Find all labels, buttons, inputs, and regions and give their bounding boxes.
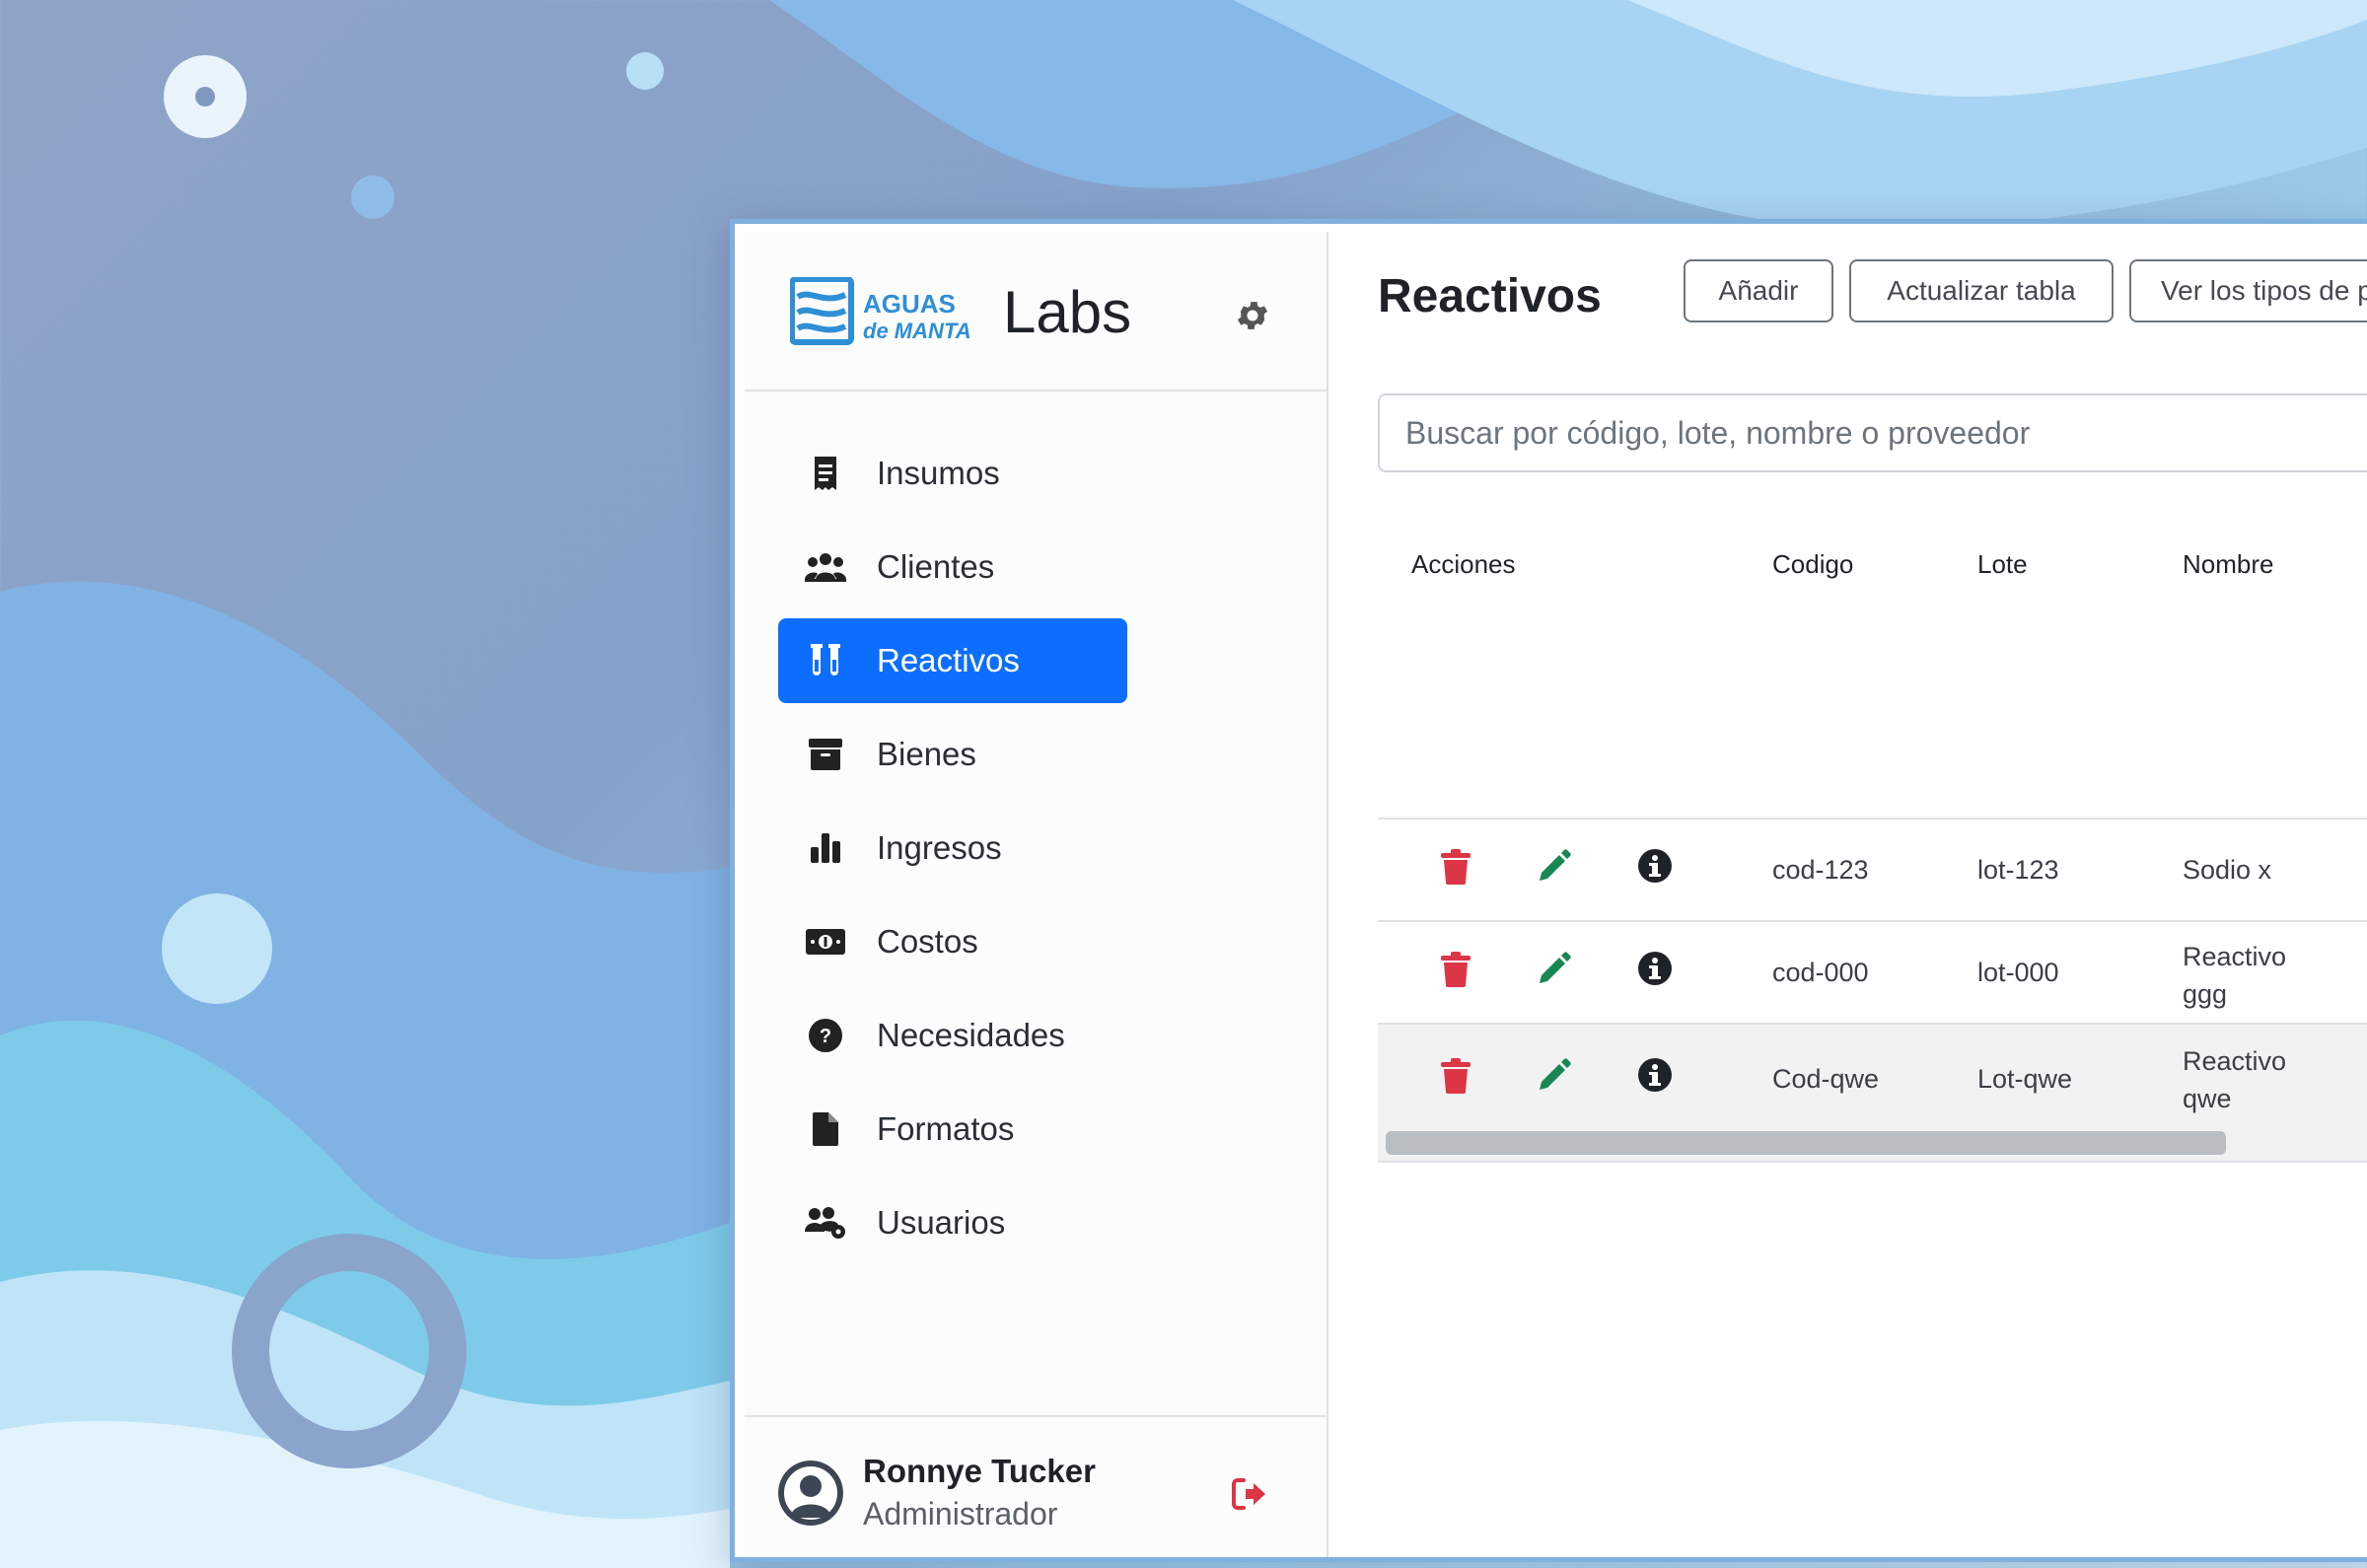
delete-icon[interactable] — [1441, 952, 1470, 992]
sidebar-item-bienes[interactable]: Bienes — [778, 712, 1127, 797]
logout-icon[interactable] — [1232, 1478, 1267, 1515]
sidebar-item-label: Insumos — [877, 455, 1000, 491]
svg-text:?: ? — [820, 1026, 831, 1047]
gear-icon[interactable] — [1234, 297, 1271, 339]
sidebar-item-label: Usuarios — [877, 1204, 1006, 1241]
cell-codigo: Cod-qwe — [1772, 1064, 1880, 1094]
refresh-table-button[interactable]: Actualizar tabla — [1849, 259, 2114, 322]
delete-icon[interactable] — [1441, 849, 1470, 890]
info-icon[interactable] — [1638, 952, 1672, 990]
edit-icon[interactable] — [1538, 849, 1571, 888]
column-header-lote: Lote — [1977, 549, 2028, 579]
money-bill-icon — [800, 929, 851, 955]
avatar[interactable] — [778, 1461, 843, 1526]
cell-nombre: Reactivo ggg — [2183, 942, 2287, 1009]
sidebar-item-label: Formatos — [877, 1110, 1015, 1147]
add-button[interactable]: Añadir — [1684, 259, 1833, 322]
people-group-icon — [800, 552, 851, 582]
user-role: Administrador — [863, 1496, 1058, 1532]
sidebar-item-label: Clientes — [877, 548, 995, 585]
file-icon — [800, 1112, 851, 1146]
sidebar-item-clientes[interactable]: Clientes — [778, 525, 1127, 609]
info-icon[interactable] — [1638, 849, 1672, 888]
divider — [1378, 1161, 2367, 1163]
scrollbar-thumb[interactable] — [1386, 1131, 2226, 1155]
edit-icon[interactable] — [1538, 1058, 1571, 1097]
archive-box-icon — [800, 739, 851, 770]
cell-nombre: Sodio x — [2183, 855, 2272, 885]
sidebar-item-label: Necesidades — [877, 1017, 1065, 1053]
table-row: Cod-qwe Lot-qwe Reactivo qwe — [1378, 1025, 2367, 1125]
edit-icon[interactable] — [1538, 952, 1571, 990]
page-title: Reactivos — [1378, 270, 1602, 322]
sidebar-header: AGUAS de MANTA Labs — [745, 232, 1327, 392]
cell-lote: lot-000 — [1977, 958, 2059, 987]
table-row: cod-000 lot-000 Reactivo ggg — [1378, 922, 2367, 1023]
presentation-types-button[interactable]: Ver los tipos de prese — [2129, 259, 2367, 322]
delete-icon[interactable] — [1441, 1058, 1470, 1099]
cell-lote: Lot-qwe — [1977, 1064, 2073, 1094]
sidebar: AGUAS de MANTA Labs Insumos Clientes Rea… — [745, 232, 1328, 1557]
column-header-acciones: Acciones — [1411, 549, 1516, 579]
cell-nombre: Reactivo qwe — [2183, 1046, 2287, 1113]
sidebar-item-costos[interactable]: Costos — [778, 899, 1127, 984]
cell-codigo: cod-123 — [1772, 855, 1869, 885]
search-input[interactable] — [1378, 393, 2367, 472]
sidebar-item-label: Bienes — [877, 736, 976, 772]
app-window: AGUAS de MANTA Labs Insumos Clientes Rea… — [730, 219, 2367, 1562]
test-tubes-icon — [800, 644, 851, 677]
sidebar-item-label: Costos — [877, 923, 978, 960]
sidebar-item-ingresos[interactable]: Ingresos — [778, 806, 1127, 891]
column-header-codigo: Codigo — [1772, 549, 1854, 579]
sidebar-item-reactivos[interactable]: Reactivos — [778, 618, 1127, 703]
bar-chart-icon — [800, 833, 851, 863]
user-name: Ronnye Tucker — [863, 1453, 1096, 1489]
sidebar-item-necesidades[interactable]: ? Necesidades — [778, 993, 1127, 1078]
sidebar-item-insumos[interactable]: Insumos — [778, 431, 1127, 516]
svg-text:AGUAS: AGUAS — [863, 289, 956, 319]
cell-lote: lot-123 — [1977, 855, 2059, 885]
sidebar-item-usuarios[interactable]: Usuarios — [778, 1180, 1127, 1265]
users-gear-icon — [800, 1206, 851, 1240]
main-content: Reactivos Añadir Actualizar tabla Ver lo… — [1328, 224, 2367, 1557]
info-icon[interactable] — [1638, 1058, 1672, 1097]
column-header-nombre: Nombre — [2183, 549, 2274, 579]
svg-text:de MANTA: de MANTA — [863, 319, 971, 343]
question-circle-icon: ? — [800, 1019, 851, 1052]
user-panel: Ronnye Tucker Administrador — [745, 1415, 1327, 1557]
sidebar-item-formatos[interactable]: Formatos — [778, 1087, 1127, 1172]
horizontal-scrollbar[interactable] — [1378, 1125, 2367, 1161]
cell-codigo: cod-000 — [1772, 958, 1869, 987]
table-row: cod-123 lot-123 Sodio x — [1378, 820, 2367, 920]
app-name: Labs — [1003, 279, 1132, 345]
sidebar-item-label: Ingresos — [877, 829, 1002, 866]
aguas-de-manta-logo: AGUAS de MANTA — [789, 276, 977, 351]
sidebar-item-label: Reactivos — [877, 642, 1020, 678]
receipt-icon — [800, 457, 851, 490]
